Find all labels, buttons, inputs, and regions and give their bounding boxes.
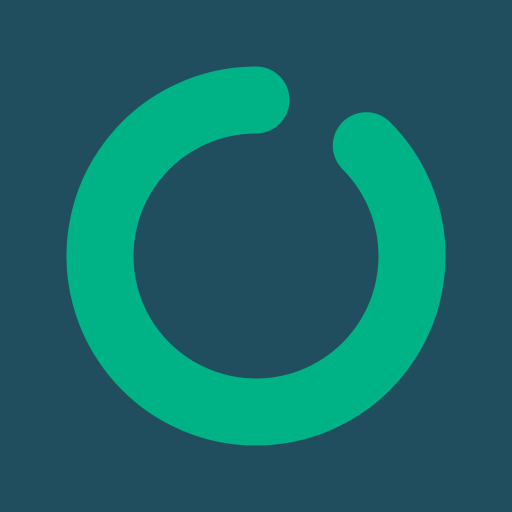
loading-screen — [0, 0, 512, 512]
spinner-arc — [66, 66, 446, 446]
loading-ring-icon — [66, 66, 446, 446]
